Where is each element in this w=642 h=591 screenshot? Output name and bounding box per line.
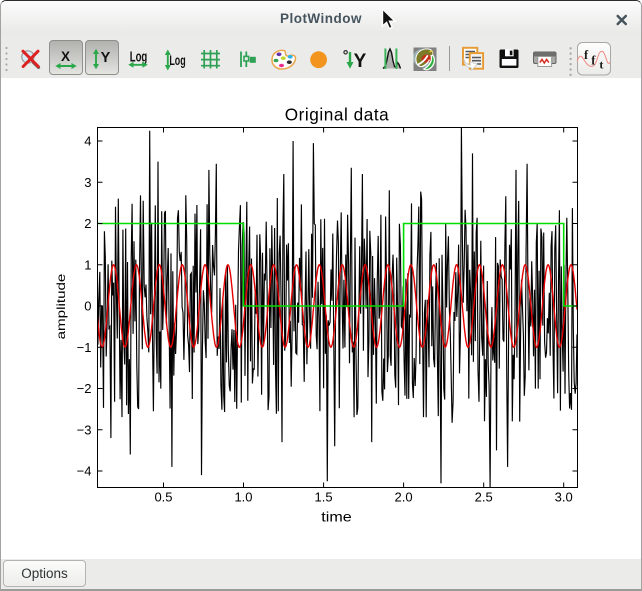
svg-text:Y: Y <box>101 50 111 66</box>
svg-text:2: 2 <box>84 216 91 231</box>
svg-text:0: 0 <box>84 299 91 314</box>
svg-text:Original data: Original data <box>285 105 390 125</box>
svg-text:1.5: 1.5 <box>315 490 333 505</box>
svg-text:t: t <box>599 58 603 72</box>
svg-text:Y: Y <box>354 51 367 72</box>
svg-text:3: 3 <box>84 175 91 190</box>
svg-text:1.0: 1.0 <box>234 490 252 505</box>
svg-text:time: time <box>321 509 351 525</box>
svg-text:2.5: 2.5 <box>475 490 493 505</box>
svg-text:3.0: 3.0 <box>555 490 573 505</box>
svg-text:0.5: 0.5 <box>154 490 172 505</box>
svg-text:−4: −4 <box>77 464 92 479</box>
svg-text:Log: Log <box>169 54 185 68</box>
svg-text:amplitude: amplitude <box>55 274 68 340</box>
svg-text:2.0: 2.0 <box>395 490 413 505</box>
svg-text:−1: −1 <box>77 340 92 355</box>
svg-text:1: 1 <box>84 257 91 272</box>
svg-text:X: X <box>61 49 70 64</box>
svg-text:−3: −3 <box>77 422 92 437</box>
svg-text:4: 4 <box>84 134 91 149</box>
svg-text:−2: −2 <box>77 381 92 396</box>
